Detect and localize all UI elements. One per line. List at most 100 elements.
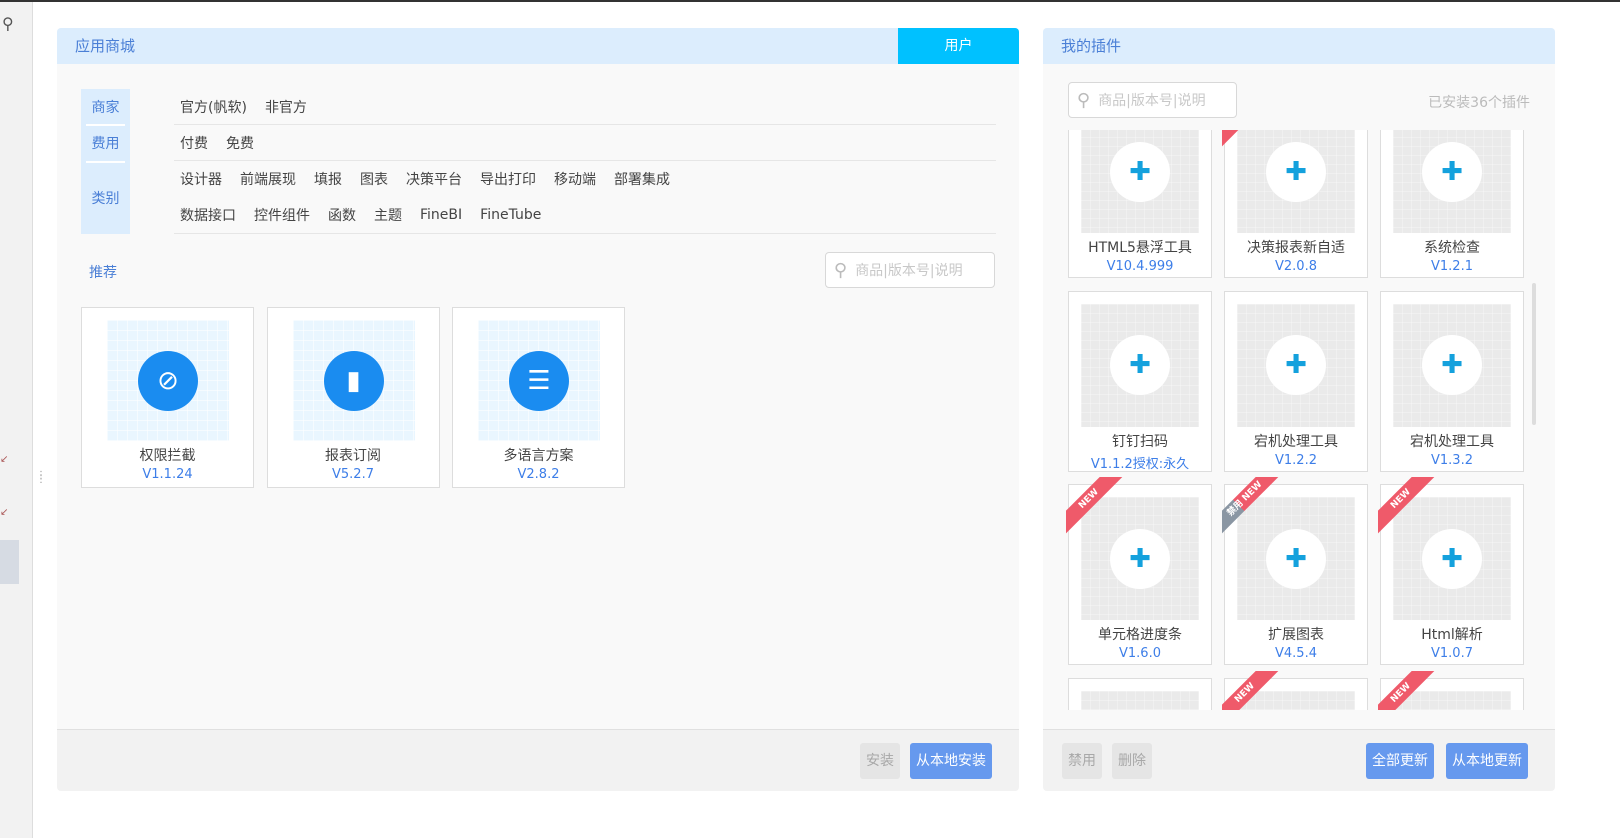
user-button[interactable]: 用户 — [898, 28, 1019, 64]
new-ribbon: NEW — [1066, 477, 1126, 537]
plugin-version: V10.4.999 — [1106, 259, 1174, 274]
filter-label-fee: 费用 — [91, 136, 120, 152]
recommended-plugin-card[interactable]: ▮ 报表订阅 V5.2.7 — [266, 307, 440, 488]
plugin-version: V5.2.7 — [332, 467, 374, 482]
plugin-image: ▮ — [292, 320, 415, 441]
app-store-panel: 应用商城 用户 商家 费用 类别 官方(帆软) 非官方 付费 免费 设计器 前端展现填… — [57, 28, 1019, 791]
filter-option[interactable]: 图表 — [360, 169, 388, 189]
ribbon-label: NEW — [1222, 670, 1282, 710]
sidebar: ⚲ ↙ ↙ — [0, 2, 33, 838]
plugin-version: V1.0.7 — [1431, 646, 1473, 661]
language-icon: ☰ — [509, 350, 569, 411]
plugin-card[interactable]: ✚ 系统检查 V1.2.1 — [1380, 130, 1524, 278]
new-ribbon: NEW — [1378, 670, 1438, 710]
filter-label-category: 类别 — [91, 191, 120, 207]
recommended-plugin-card[interactable]: ⊘ 权限拦截 V1.1.24 — [81, 307, 254, 488]
filter-option[interactable]: 前端展现 — [240, 169, 296, 189]
filter-option[interactable]: 数据接口 — [180, 205, 236, 225]
plugin-image: ✚ — [1237, 303, 1355, 427]
plugin-card[interactable]: ✚ 钉钉扫码 V1.1.2授权:永久 — [1068, 290, 1212, 472]
filter-row-category: 设计器 前端展现 填报 图表 决策平台 导出打印 移动端 部署集成 — [174, 161, 996, 197]
plugin-card[interactable]: ✚ HTML5悬浮工具 V10.4.999 — [1068, 130, 1212, 278]
plugin-card[interactable]: ✚ 宕机处理工具 V1.2.2 — [1224, 290, 1368, 472]
pin-icon[interactable]: ⚲ — [2, 14, 14, 33]
update-local-button[interactable]: 从本地更新 — [1446, 743, 1528, 779]
filter-option[interactable]: 部署集成 — [614, 169, 670, 189]
recommended-plugin-card[interactable]: ☰ 多语言方案 V2.8.2 — [452, 307, 625, 488]
puzzle-icon: ✚ — [1422, 335, 1482, 395]
plugin-card[interactable]: ✚ 宕机处理工具 V1.3.2 — [1380, 290, 1524, 472]
plugin-image: ✚ — [1081, 130, 1199, 233]
plugin-name: 报表订阅 — [325, 448, 381, 464]
my-plugins-panel: 我的插件 ⚲ 商品|版本号|说明 已安装36个插件 ✚ HTML5悬浮工具 V10.… — [1043, 28, 1555, 791]
plugin-name: Html解析 — [1421, 627, 1483, 643]
filter-option[interactable]: 设计器 — [180, 169, 222, 189]
plugin-version: V1.1.24 — [142, 467, 193, 482]
new-ribbon: NEW — [1378, 477, 1438, 537]
puzzle-icon: ✚ — [1110, 141, 1170, 202]
filter-option[interactable]: 主题 — [374, 205, 402, 225]
my-plugins-header: 我的插件 — [1043, 28, 1555, 64]
ribbon-label: 禁用 NEW — [1222, 477, 1282, 537]
filter-option[interactable]: FineBI — [420, 207, 462, 223]
plugin-name: HTML5悬浮工具 — [1088, 240, 1192, 256]
plugin-name: 决策报表新自适 — [1247, 240, 1345, 256]
plugin-card[interactable]: ✚NEW — [1378, 670, 1524, 710]
plugin-version: V4.5.4 — [1275, 646, 1317, 661]
plugin-card[interactable]: ✚NEW 决策报表新自适 V2.0.8 — [1222, 130, 1368, 278]
ribbon-label: NEW — [1378, 670, 1438, 710]
filter-label-vendor: 商家 — [91, 100, 120, 116]
plugin-version: V1.3.2 — [1431, 452, 1473, 468]
sidebar-mark-icon: ↙ — [0, 507, 9, 518]
install-button[interactable]: 安装 — [860, 743, 900, 779]
filter-option[interactable]: 免费 — [226, 133, 254, 153]
filter-option[interactable]: 非官方 — [265, 97, 307, 117]
filter-option[interactable]: 移动端 — [554, 169, 596, 189]
update-all-button[interactable]: 全部更新 — [1366, 743, 1434, 779]
filter-option[interactable]: 付费 — [180, 133, 208, 153]
window-top-border — [0, 0, 1620, 2]
chart-subscribe-icon: ▮ — [323, 350, 384, 411]
plugin-version: V1.1.2授权:永久 — [1090, 456, 1190, 472]
plugin-card[interactable]: ✚ NEW Html解析 V1.0.7 — [1378, 477, 1524, 665]
plugin-version: V1.6.0 — [1119, 646, 1161, 661]
plugin-card[interactable]: ✚ NEW 单元格进度条 V1.6.0 — [1066, 477, 1212, 665]
search-icon: ⚲ — [1077, 89, 1091, 111]
filter-option[interactable]: 官方(帆软) — [180, 97, 247, 117]
delete-button[interactable]: 删除 — [1112, 743, 1152, 779]
store-search-input[interactable]: ⚲ 商品|版本号|说明 — [825, 252, 995, 288]
plugin-version: V1.2.1 — [1431, 259, 1473, 274]
filter-row-category: 数据接口 控件组件 函数 主题 FineBI FineTube — [174, 197, 996, 234]
puzzle-icon: ✚ — [1110, 335, 1170, 395]
plugin-name: 宕机处理工具 — [1254, 433, 1338, 450]
scrollbar[interactable] — [1532, 283, 1536, 425]
ribbon-label: NEW — [1378, 477, 1438, 537]
puzzle-icon: ✚ — [1266, 141, 1326, 202]
new-ribbon: NEW — [1222, 670, 1282, 710]
filter-option[interactable]: 函数 — [328, 205, 356, 225]
panel-title: 应用商城 — [75, 37, 136, 55]
plugin-image: ☰ — [478, 320, 600, 441]
disable-button[interactable]: 禁用 — [1062, 743, 1102, 779]
filter-option[interactable]: 控件组件 — [254, 205, 310, 225]
plugin-version: V2.8.2 — [517, 467, 560, 482]
ribbon-label: NEW — [1222, 130, 1282, 150]
puzzle-icon: ✚ — [1422, 528, 1482, 589]
filter-option[interactable]: 决策平台 — [406, 169, 462, 189]
recommend-label: 推荐 — [89, 265, 117, 281]
puzzle-icon: ✚ — [1422, 141, 1482, 202]
filter-option[interactable]: 填报 — [314, 169, 342, 189]
plugin-card[interactable]: ✚NEW — [1222, 670, 1368, 710]
plugin-card[interactable]: ✚ — [1068, 677, 1212, 710]
plugin-name: 宕机处理工具 — [1410, 433, 1494, 450]
plugin-card[interactable]: ✚ 禁用 NEW 扩展图表 V4.5.4 — [1222, 477, 1368, 665]
puzzle-icon: ✚ — [1110, 528, 1170, 589]
new-ribbon: 禁用 NEW — [1222, 477, 1282, 537]
resize-handle[interactable]: ⋮ ⋮ — [36, 471, 46, 485]
filter-option[interactable]: 导出打印 — [480, 169, 536, 189]
plugin-search-input[interactable]: ⚲ 商品|版本号|说明 — [1068, 82, 1237, 118]
install-local-button[interactable]: 从本地安装 — [910, 743, 992, 779]
filter-row-vendor: 官方(帆软) 非官方 — [174, 89, 996, 125]
sidebar-selected-item[interactable] — [0, 540, 19, 584]
filter-option[interactable]: FineTube — [480, 207, 541, 223]
